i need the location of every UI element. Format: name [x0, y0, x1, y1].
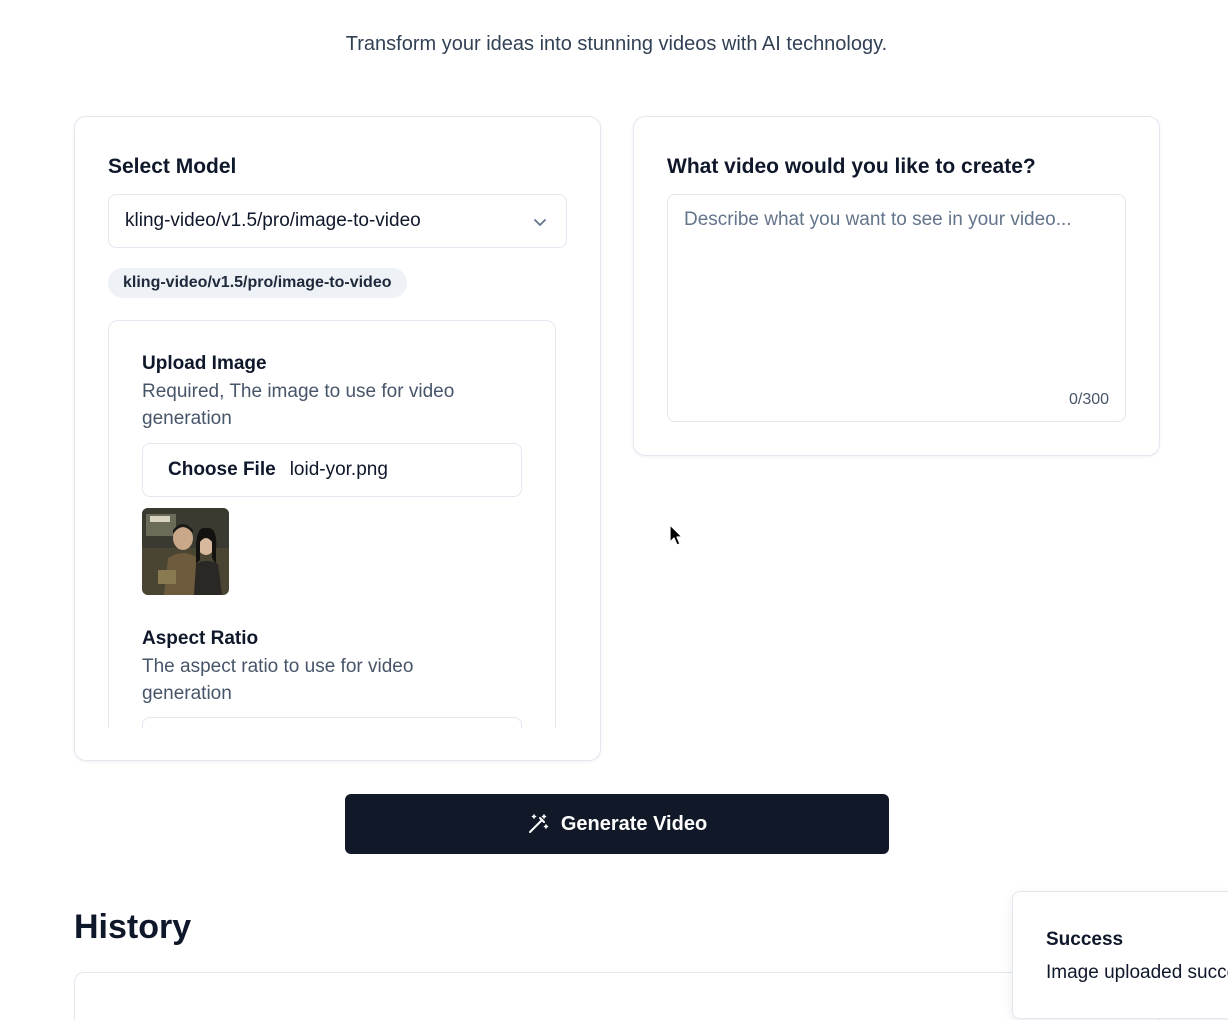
aspect-ratio-title: Aspect Ratio: [142, 628, 259, 649]
history-heading: History: [74, 908, 192, 946]
prompt-textarea[interactable]: [667, 194, 1126, 422]
generate-video-button[interactable]: Generate Video: [345, 794, 889, 854]
uploaded-image-thumbnail: [142, 508, 229, 595]
mouse-cursor-icon: [669, 524, 683, 546]
model-select[interactable]: kling-video/v1.5/pro/image-to-video: [108, 194, 567, 248]
toast-message: Image uploaded successfully: [1046, 962, 1228, 983]
prompt-label: What video would you like to create?: [667, 155, 1036, 178]
upload-image-description: Required, The image to use for video gen…: [142, 381, 455, 429]
prompt-card: What video would you like to create? 0/3…: [633, 116, 1160, 456]
model-params-panel[interactable]: Upload Image Required, The image to use …: [108, 320, 556, 728]
upload-image-title: Upload Image: [142, 353, 267, 374]
image-preview: [142, 508, 229, 595]
page-tagline: Transform your ideas into stunning video…: [345, 33, 888, 55]
model-settings-card: Select Model kling-video/v1.5/pro/image-…: [74, 116, 601, 761]
page: Transform your ideas into stunning video…: [0, 0, 1228, 1020]
image-file-input[interactable]: Choose File loid-yor.png: [142, 443, 522, 497]
aspect-ratio-description: The aspect ratio to use for video genera…: [142, 656, 414, 704]
chevron-down-icon: [534, 219, 546, 226]
model-badge: kling-video/v1.5/pro/image-to-video: [108, 268, 407, 298]
choose-file-button[interactable]: Choose File: [168, 459, 276, 481]
model-select-value: kling-video/v1.5/pro/image-to-video: [125, 210, 421, 231]
magic-wand-icon: [528, 814, 549, 833]
toast-title: Success: [1046, 929, 1124, 950]
aspect-ratio-select[interactable]: [142, 717, 522, 728]
character-counter: 0/300: [1069, 391, 1110, 408]
history-list: [74, 972, 1160, 1020]
success-toast[interactable]: Success Image uploaded successfully: [1012, 891, 1228, 1019]
generate-video-label: Generate Video: [560, 812, 708, 835]
selected-file-name: loid-yor.png: [289, 459, 388, 480]
select-model-label: Select Model: [108, 155, 237, 178]
